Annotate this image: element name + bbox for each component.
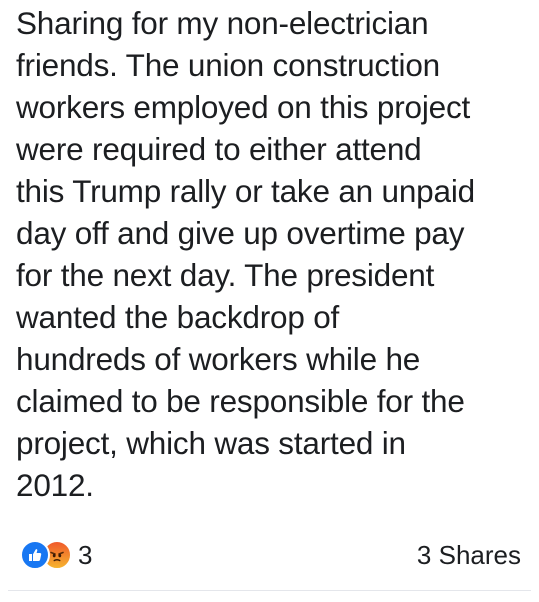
facebook-post: Sharing for my non-electrician friends. … [0,0,539,602]
post-text-line: claimed to be responsible for the [16,383,465,419]
post-text-line: hundreds of workers while he [16,341,421,377]
post-text-line: Sharing for my non-electrician [16,5,429,41]
post-text-line: were required to either attend [16,131,422,167]
post-footer: 3 3 Shares [0,530,539,580]
post-text-line: this Trump rally or take an unpaid [16,173,475,209]
post-text-line: day off and give up overtime pay [16,215,465,251]
post-text-line: project, which was started in [16,425,406,461]
post-text-line: for the next day. The president [16,257,435,293]
post-text-line: 2012. [16,467,94,503]
footer-divider [8,590,531,591]
reactions-summary[interactable]: 3 [20,540,92,570]
post-text-line: workers employed on this project [16,89,471,125]
like-icon [20,540,50,570]
post-text-line: wanted the backdrop of [16,299,340,335]
reaction-count: 3 [78,540,93,570]
shares-count-link[interactable]: 3 Shares [417,540,521,570]
post-text-line: friends. The union construction [16,47,440,83]
post-text: Sharing for my non-electrician friends. … [16,2,531,506]
